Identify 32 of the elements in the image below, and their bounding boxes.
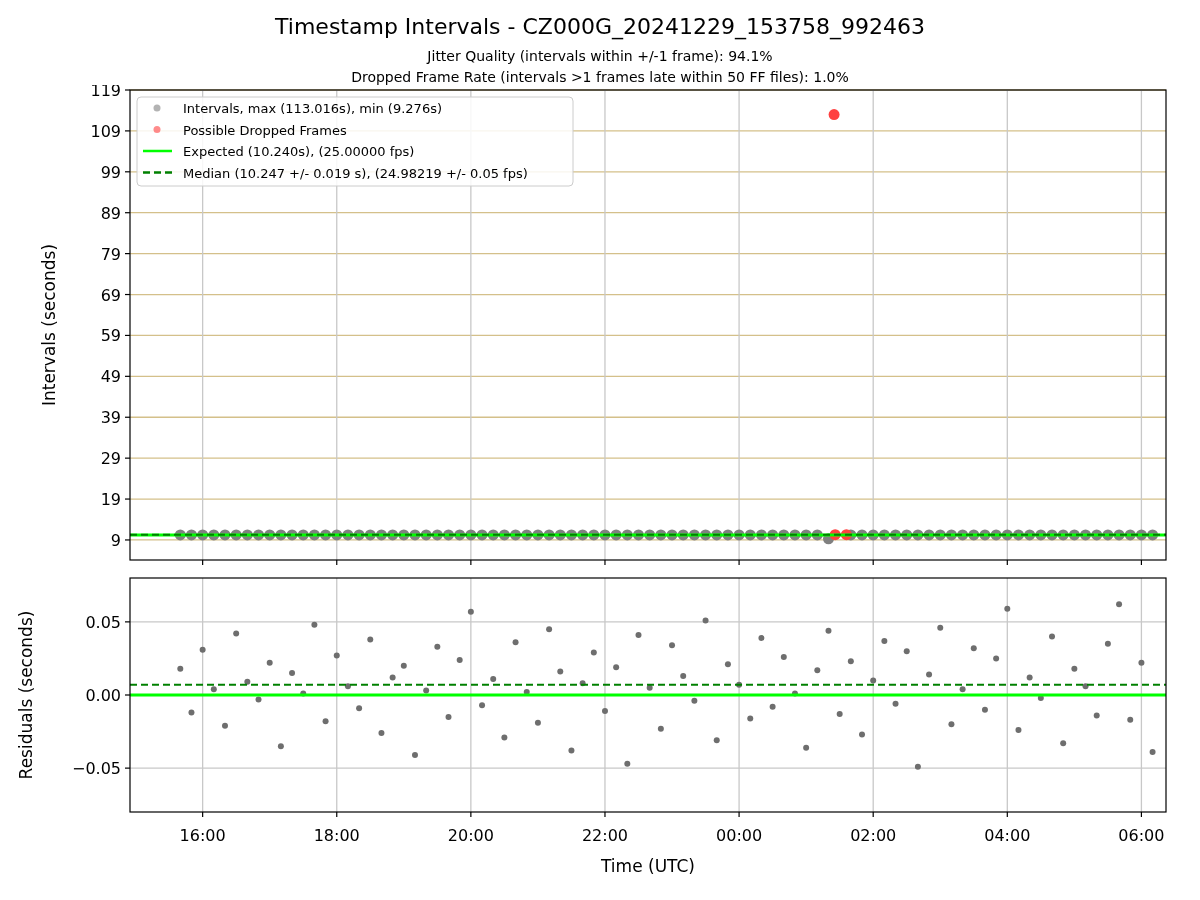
x-tick-label: 16:00 — [179, 826, 226, 845]
figure-title: Timestamp Intervals - CZ000G_20241229_153758_992463 — [275, 14, 925, 40]
y-tick-label: 9 — [110, 530, 121, 550]
x-tick-label: 00:00 — [716, 826, 763, 845]
y-tick-label: 19 — [100, 490, 121, 510]
y-tick-label: 0.00 — [85, 686, 121, 705]
y-axis-label: Residuals (seconds) — [16, 610, 36, 780]
y-tick-label: 59 — [100, 326, 121, 346]
y-tick-label: 89 — [100, 203, 121, 223]
y-tick-label: 29 — [100, 449, 121, 469]
legend-label: Median (10.247 +/- 0.019 s), (24.98219 +/- 0.05 fps) — [183, 165, 528, 181]
y-tick-label: 79 — [100, 244, 121, 264]
x-tick-label: 22:00 — [581, 826, 629, 845]
x-tick-label: 20:00 — [447, 826, 494, 845]
x-tick-label: 06:00 — [1118, 826, 1165, 845]
figure-subtitle: Jitter Quality (intervals within +/-1 frame): 94.1% — [427, 47, 773, 66]
x-axis-label: Time (UTC) — [601, 856, 695, 876]
y-tick-label: 109 — [90, 121, 121, 141]
legend-label: Possible Dropped Frames — [183, 122, 347, 138]
y-tick-label: 49 — [100, 367, 121, 387]
x-tick-label: 18:00 — [313, 826, 360, 845]
y-tick-label: 99 — [100, 162, 121, 182]
legend-label: Expected (10.240s), (25.00000 fps) — [183, 144, 415, 159]
x-tick-label: 04:00 — [984, 826, 1031, 845]
figure-subtitle: Dropped Frame Rate (intervals >1 frames late within 50 FF files): 1.0% — [351, 68, 849, 87]
x-tick-label: 02:00 — [850, 826, 897, 845]
legend-label: Intervals, max (113.016s), min (9.276s) — [183, 101, 442, 116]
y-tick-label: 0.05 — [85, 612, 121, 632]
y-tick-label: −0.05 — [71, 759, 121, 779]
y-tick-label: 69 — [100, 285, 121, 305]
y-axis-label: Intervals (seconds) — [39, 243, 59, 407]
y-tick-label: 39 — [100, 408, 121, 428]
